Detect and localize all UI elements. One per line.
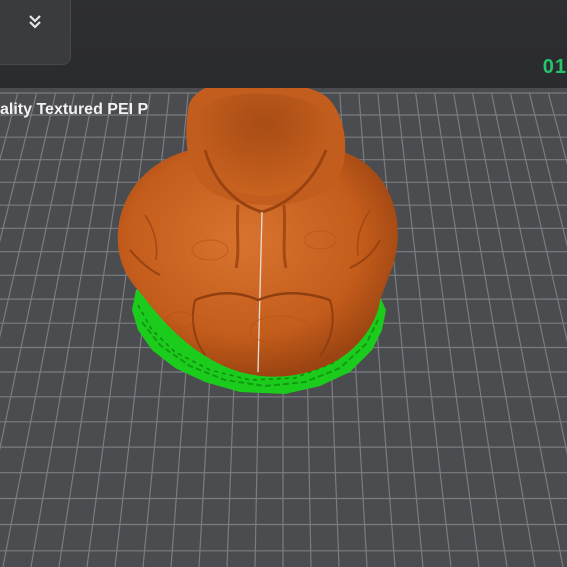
- collapse-panel-button[interactable]: [0, 0, 71, 65]
- chevrons-down-icon: [29, 15, 41, 29]
- layer-indicator: 01: [542, 56, 567, 78]
- plate-type-label: ality Textured PEI P: [0, 101, 149, 118]
- top-toolbar: [0, 0, 567, 88]
